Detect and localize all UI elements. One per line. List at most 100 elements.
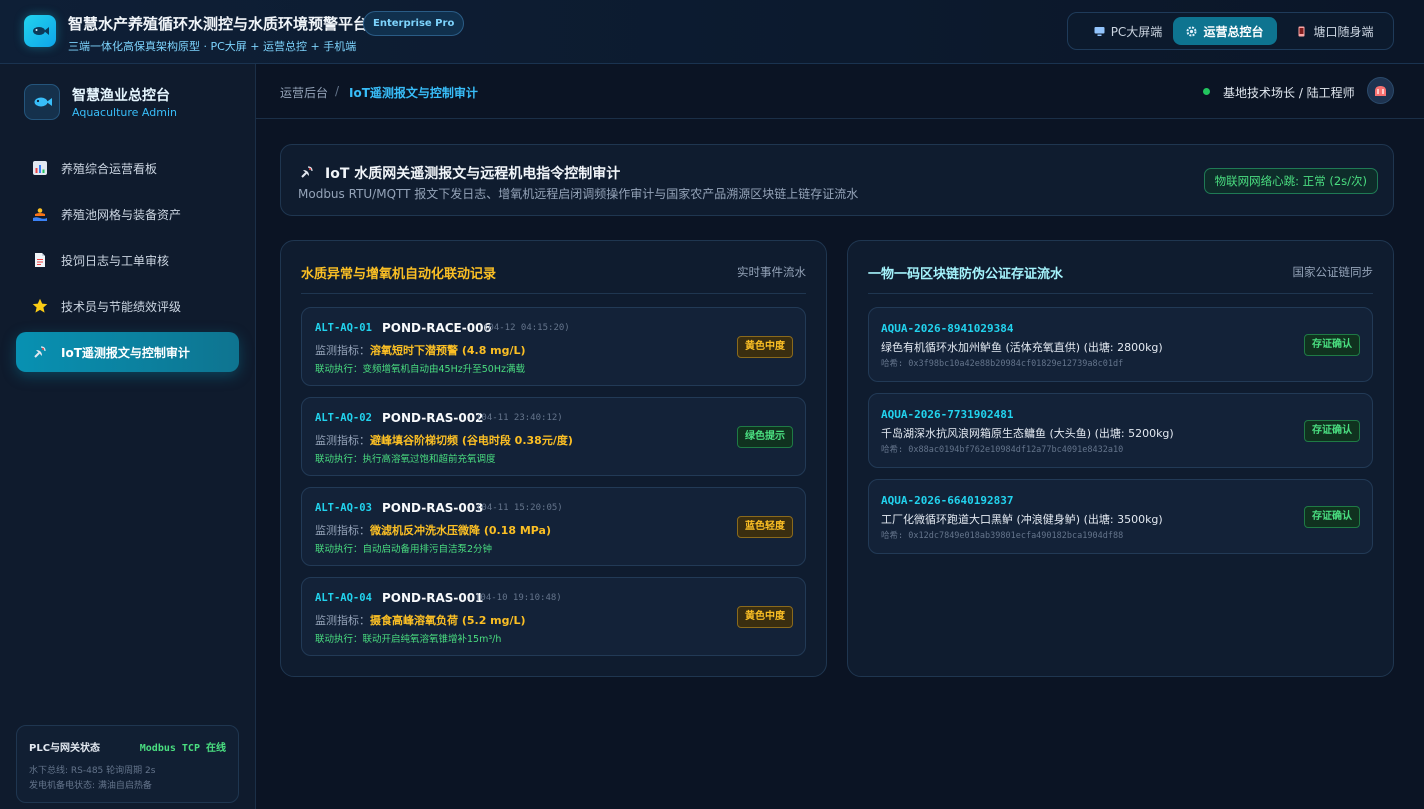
- hash-value: 0x12dc7849e018ab39801ecfa490182bca1904df…: [908, 531, 1124, 541]
- alerts-panel-tag: 实时事件流水: [737, 265, 806, 279]
- metric-value: 摄食高峰溶氧负荷 (5.2 mg/L): [370, 614, 526, 627]
- sidebar-item-label: IoT遥测报文与控制审计: [61, 345, 190, 360]
- alert-action: 联动执行：联动开启纯氧溶氧锥增补15m³/h: [315, 631, 501, 645]
- fish-logo-icon: [24, 15, 56, 47]
- blockchain-panel-title: 一物一码区块链防伪公证存证流水: [868, 267, 1064, 282]
- action-value: 自动启动备用排污自洁泵2分钟: [362, 544, 493, 555]
- mode-pond-mobile-button[interactable]: 塘口随身端: [1282, 17, 1388, 45]
- alerts-panel-title: 水质异常与增氧机自动化联动记录: [301, 267, 497, 282]
- alert-action: 联动执行：执行高溶氧过饱和超前充氧调度: [315, 451, 496, 465]
- alert-action: 联动执行：自动启动备用排污自洁泵2分钟: [315, 541, 492, 555]
- document-icon: [32, 252, 48, 268]
- action-value: 联动开启纯氧溶氧锥增补15m³/h: [362, 634, 502, 645]
- pool-icon: [32, 206, 48, 222]
- alert-time: (04-10 19:10:48): [475, 593, 562, 603]
- page-subtitle: Modbus RTU/MQTT 报文下发日志、增氧机远程启闭调频操作审计与国家农…: [298, 187, 859, 201]
- chain-record-card[interactable]: AQUA-2026-7731902481 千岛湖深水抗风浪网箱原生态鳙鱼 (大头…: [868, 393, 1373, 468]
- confirm-badge: 存证确认: [1304, 334, 1360, 356]
- hash-value: 0x3f98bc10a42e88b20984cf01829e12739a8c01…: [908, 359, 1124, 369]
- metric-value: 避峰填谷阶梯切频 (谷电时段 0.38元/度): [370, 434, 573, 447]
- sidebar-item-label: 养殖池网格与装备资产: [61, 207, 182, 222]
- mode-label: 塘口随身端: [1313, 24, 1374, 39]
- action-value: 变频增氧机自动由45Hz升至50Hz满载: [362, 364, 525, 375]
- online-status-dot: [1203, 88, 1210, 95]
- plc-status-text: Modbus TCP 在线: [139, 743, 226, 754]
- chain-record-desc: 工厂化微循环跑道大口黑鲈 (冲浪健身鲈) (出塘: 3500kg): [881, 513, 1163, 526]
- sidebar-item-label: 养殖综合运营看板: [61, 161, 158, 176]
- panel-divider: [868, 293, 1373, 294]
- mode-pc-screen-button[interactable]: PC大屏端: [1076, 17, 1180, 45]
- app-subtitle: 三端一体化高保真架构原型 · PC大屏 + 运营总控 + 手机端: [68, 40, 357, 53]
- alert-time: (04-11 15:20:05): [476, 503, 563, 513]
- chain-record-id: AQUA-2026-6640192837: [881, 494, 1014, 507]
- alert-time: (04-11 23:40:12): [476, 413, 563, 423]
- chain-record-hash: 哈希: 0x12dc7849e018ab39801ecfa490182bca19…: [881, 529, 1123, 541]
- action-prefix: 联动执行：: [315, 364, 363, 375]
- sidebar-item-feeding-logs[interactable]: 投饲日志与工单审核: [16, 240, 239, 280]
- hash-prefix: 哈希:: [881, 445, 909, 455]
- alert-pond: POND-RACE-006: [382, 321, 492, 335]
- sidebar-item-iot-audit[interactable]: IoT遥测报文与控制审计: [16, 332, 239, 372]
- bar-chart-icon: [32, 160, 48, 176]
- monitor-icon: [1094, 26, 1105, 37]
- breadcrumb-current: IoT遥测报文与控制审计: [349, 86, 478, 100]
- mode-label: 运营总控台: [1203, 24, 1264, 39]
- metric-prefix: 监测指标：: [315, 434, 370, 447]
- metric-prefix: 监测指标：: [315, 524, 370, 537]
- sidebar: 智慧渔业总控台 Aquaculture Admin 养殖综合运营看板 养殖池网格…: [0, 64, 256, 809]
- fish-brand-icon: [24, 84, 60, 120]
- alert-id: ALT-AQ-03: [315, 502, 372, 514]
- phone-icon: [1296, 26, 1307, 37]
- chain-record-hash: 哈希: 0x88ac0194bf762e10984df12a77bc4091e8…: [881, 443, 1123, 455]
- mode-ops-console-button[interactable]: 运营总控台: [1173, 17, 1277, 45]
- alert-card[interactable]: ALT-AQ-01 POND-RACE-006 (04-12 04:15:20)…: [301, 307, 806, 386]
- metric-prefix: 监测指标：: [315, 614, 370, 627]
- metric-value: 微滤机反冲洗水压微降 (0.18 MPa): [370, 524, 551, 537]
- avatar[interactable]: [1367, 77, 1394, 104]
- top-bar: 智慧水产养殖循环水测控与水质环境预警平台 三端一体化高保真架构原型 · PC大屏…: [0, 0, 1424, 64]
- alert-card[interactable]: ALT-AQ-03 POND-RAS-003 (04-11 15:20:05) …: [301, 487, 806, 566]
- hash-prefix: 哈希:: [881, 531, 909, 541]
- severity-badge: 黄色中度: [737, 606, 793, 628]
- panel-divider: [301, 293, 806, 294]
- chain-record-desc: 千岛湖深水抗风浪网箱原生态鳙鱼 (大头鱼) (出塘: 5200kg): [881, 427, 1174, 440]
- severity-badge: 蓝色轻度: [737, 516, 793, 538]
- sidebar-brand-title: 智慧渔业总控台: [72, 88, 170, 104]
- sidebar-item-label: 投饲日志与工单审核: [61, 253, 170, 268]
- breadcrumb-root[interactable]: 运营后台: [280, 84, 328, 101]
- sidebar-item-pond-assets[interactable]: 养殖池网格与装备资产: [16, 194, 239, 234]
- sidebar-brand-subtitle: Aquaculture Admin: [72, 106, 177, 119]
- action-prefix: 联动执行：: [315, 634, 363, 645]
- alert-metric: 监测指标：溶氧短时下潜预警 (4.8 mg/L): [315, 342, 526, 358]
- confirm-badge: 存证确认: [1304, 506, 1360, 528]
- plc-bus-line: 水下总线: RS-485 轮询周期 2s: [29, 766, 156, 776]
- alert-card[interactable]: ALT-AQ-04 POND-RAS-001 (04-10 19:10:48) …: [301, 577, 806, 656]
- alert-card[interactable]: ALT-AQ-02 POND-RAS-002 (04-11 23:40:12) …: [301, 397, 806, 476]
- alert-action: 联动执行：变频增氧机自动由45Hz升至50Hz满载: [315, 361, 525, 375]
- hash-value: 0x88ac0194bf762e10984df12a77bc4091e8432a…: [908, 445, 1124, 455]
- sidebar-item-technician-rating[interactable]: 技术员与节能绩效评级: [16, 286, 239, 326]
- alert-metric: 监测指标：摄食高峰溶氧负荷 (5.2 mg/L): [315, 612, 526, 628]
- confirm-badge: 存证确认: [1304, 420, 1360, 442]
- app-title: 智慧水产养殖循环水测控与水质环境预警平台: [68, 15, 369, 33]
- alert-metric: 监测指标：微滤机反冲洗水压微降 (0.18 MPa): [315, 522, 551, 538]
- alert-id: ALT-AQ-01: [315, 322, 372, 334]
- alert-id: ALT-AQ-02: [315, 412, 372, 424]
- blockchain-panel: 一物一码区块链防伪公证存证流水 国家公证链同步 AQUA-2026-894102…: [847, 240, 1394, 677]
- severity-badge: 绿色提示: [737, 426, 793, 448]
- satellite-icon: [299, 164, 315, 180]
- chain-record-hash: 哈希: 0x3f98bc10a42e88b20984cf01829e12739a…: [881, 357, 1123, 369]
- chain-record-card[interactable]: AQUA-2026-8941029384 绿色有机循环水加州鲈鱼 (活体充氧直供…: [868, 307, 1373, 382]
- breadcrumb-separator: /: [335, 84, 340, 98]
- alert-pond: POND-RAS-001: [382, 591, 484, 605]
- chain-record-desc: 绿色有机循环水加州鲈鱼 (活体充氧直供) (出塘: 2800kg): [881, 341, 1163, 354]
- sidebar-item-operations-dashboard[interactable]: 养殖综合运营看板: [16, 148, 239, 188]
- plc-title: PLC与网关状态: [29, 743, 101, 754]
- action-value: 执行高溶氧过饱和超前充氧调度: [362, 454, 496, 465]
- action-prefix: 联动执行：: [315, 454, 363, 465]
- chain-record-card[interactable]: AQUA-2026-6640192837 工厂化微循环跑道大口黑鲈 (冲浪健身鲈…: [868, 479, 1373, 554]
- network-heartbeat-badge: 物联网网络心跳: 正常 (2s/次): [1203, 168, 1378, 194]
- mode-switch: PC大屏端 运营总控台 塘口随身端: [1067, 12, 1394, 50]
- page-banner: IoT 水质网关遥测报文与远程机电指令控制审计 Modbus RTU/MQTT …: [280, 144, 1394, 216]
- main-header: 运营后台 / IoT遥测报文与控制审计 基地技术场长 / 陆工程师: [256, 64, 1424, 119]
